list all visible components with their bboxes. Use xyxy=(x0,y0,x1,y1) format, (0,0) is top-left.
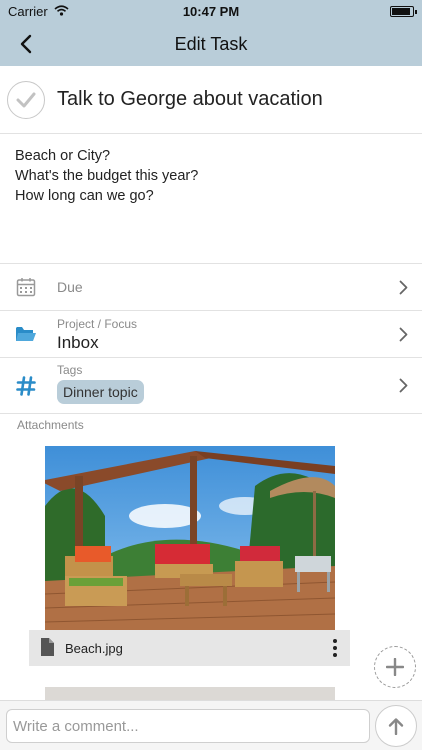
project-value: Inbox xyxy=(57,333,99,352)
project-text: Project / Focus Inbox xyxy=(57,317,137,353)
calendar-icon xyxy=(14,275,38,299)
attachment-image-partial[interactable] xyxy=(45,687,335,701)
project-label: Project / Focus xyxy=(57,317,138,331)
notes-line: Beach or City? xyxy=(15,148,111,164)
arrow-up-icon xyxy=(388,718,404,735)
carrier-label: Carrier xyxy=(8,3,48,19)
attachment-image[interactable] xyxy=(45,446,335,630)
back-button[interactable] xyxy=(12,30,40,58)
add-attachment-button[interactable] xyxy=(374,646,416,688)
task-title-row: Talk to George about vacation xyxy=(0,66,422,134)
hash-icon xyxy=(14,374,38,398)
due-row[interactable]: Due xyxy=(0,263,422,310)
chevron-left-icon xyxy=(20,34,32,54)
folder-icon xyxy=(14,322,38,346)
chevron-right-icon xyxy=(396,324,410,344)
tags-text: Tags Dinner topic xyxy=(57,363,144,404)
project-row[interactable]: Project / Focus Inbox xyxy=(0,310,422,357)
chevron-right-icon xyxy=(396,277,410,297)
file-icon xyxy=(40,638,54,656)
send-comment-button[interactable] xyxy=(375,705,417,747)
comment-input[interactable] xyxy=(6,709,370,743)
notes-line: How long can we go? xyxy=(15,188,154,204)
due-label: Due xyxy=(57,279,83,295)
checkmark-icon xyxy=(16,92,36,107)
divider xyxy=(0,413,422,414)
task-notes[interactable]: Beach or City? What's the budget this ye… xyxy=(15,146,407,206)
nav-bar: Edit Task xyxy=(0,22,422,66)
chevron-right-icon xyxy=(396,376,410,396)
notes-line: What's the budget this year? xyxy=(15,168,199,184)
status-left: Carrier xyxy=(8,4,69,19)
tags-label: Tags xyxy=(57,363,83,377)
more-vertical-icon[interactable] xyxy=(332,639,338,657)
battery-icon xyxy=(390,5,417,17)
attachment-file-bar[interactable]: Beach.jpg xyxy=(29,630,350,666)
wifi-icon xyxy=(54,4,69,19)
page-title: Edit Task xyxy=(174,33,248,54)
comment-bar xyxy=(0,700,422,750)
task-title[interactable]: Talk to George about vacation xyxy=(57,88,323,111)
plus-icon xyxy=(386,658,404,676)
battery-fill xyxy=(392,7,411,15)
attachment-file-name: Beach.jpg xyxy=(65,640,123,656)
status-bar: Carrier 10:47 PM xyxy=(0,0,422,22)
complete-task-checkbox[interactable] xyxy=(7,80,45,119)
tags-row[interactable]: Tags Dinner topic xyxy=(0,357,422,413)
attachments-label: Attachments xyxy=(17,418,84,432)
tag-chip[interactable]: Dinner topic xyxy=(57,380,144,404)
